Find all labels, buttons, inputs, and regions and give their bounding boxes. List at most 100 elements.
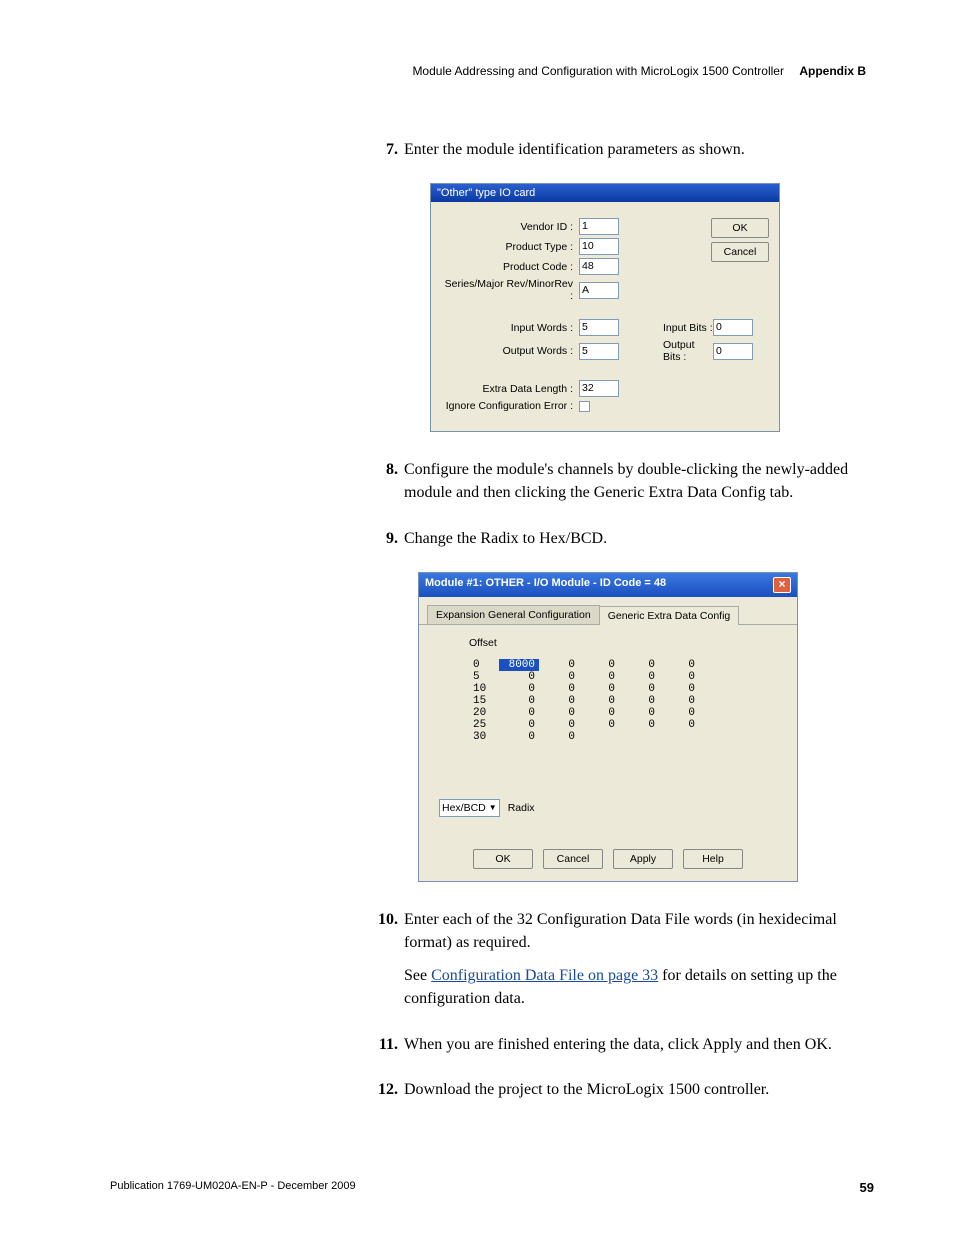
product-code-field[interactable]: 48 [579,258,619,275]
data-cell[interactable]: 0 [579,695,619,707]
step-text: Download the project to the MicroLogix 1… [404,1078,874,1101]
radix-select[interactable]: Hex/BCD ▼ [439,799,500,817]
tab-expansion-general[interactable]: Expansion General Configuration [427,605,600,624]
data-cell[interactable]: 0 [619,707,659,719]
data-cell[interactable]: 0 [499,683,539,695]
extra-data-length-label: Extra Data Length : [439,383,579,395]
step-number: 10. [370,908,398,1021]
main-content: 7. Enter the module identification param… [110,138,874,1111]
output-bits-field[interactable]: 0 [713,343,753,360]
series-field[interactable]: A [579,282,619,299]
data-cell[interactable]: 0 [659,671,699,683]
input-words-label: Input Words : [439,322,579,334]
step-text: Enter each of the 32 Configuration Data … [404,908,874,954]
data-cell [659,731,699,743]
data-cell[interactable]: 0 [499,707,539,719]
publication-info: Publication 1769-UM020A-EN-P - December … [110,1180,356,1195]
ok-button[interactable]: OK [473,849,533,869]
step-text: Change the Radix to Hex/BCD. [404,527,874,550]
data-cell[interactable]: 0 [579,683,619,695]
module-config-dialog: Module #1: OTHER - I/O Module - ID Code … [418,572,798,882]
table-row: 3000 [469,731,777,743]
step-9: 9. Change the Radix to Hex/BCD. [370,527,874,560]
dialog-titlebar: Module #1: OTHER - I/O Module - ID Code … [419,573,797,597]
data-cell[interactable]: 0 [579,707,619,719]
ignore-config-error-checkbox[interactable] [579,401,590,412]
data-cell [619,731,659,743]
step-11: 11. When you are finished entering the d… [370,1033,874,1066]
step-number: 7. [370,138,398,171]
table-row: 1000000 [469,683,777,695]
data-cell[interactable]: 0 [619,659,659,671]
data-cell[interactable]: 0 [499,695,539,707]
offset-cell: 25 [469,719,499,731]
data-cell[interactable]: 8000 [499,659,539,671]
data-cell[interactable]: 0 [539,731,579,743]
data-cell[interactable]: 0 [659,719,699,731]
data-cell[interactable]: 0 [619,683,659,695]
table-row: 2000000 [469,707,777,719]
data-cell[interactable]: 0 [499,671,539,683]
cancel-button[interactable]: Cancel [543,849,603,869]
extra-data-length-field[interactable]: 32 [579,380,619,397]
data-table: 0800000005000001000000150000020000002500… [469,659,777,743]
offset-cell: 0 [469,659,499,671]
data-cell[interactable]: 0 [659,707,699,719]
config-data-file-link[interactable]: Configuration Data File on page 33 [431,967,658,984]
step-text: When you are finished entering the data,… [404,1033,874,1056]
offset-cell: 20 [469,707,499,719]
data-cell[interactable]: 0 [659,683,699,695]
data-cell[interactable]: 0 [499,731,539,743]
page-header: Module Addressing and Configuration with… [110,64,874,78]
page-footer: Publication 1769-UM020A-EN-P - December … [110,1180,874,1195]
dialog-title: Module #1: OTHER - I/O Module - ID Code … [425,577,666,593]
vendor-id-field[interactable]: 1 [579,218,619,235]
data-cell[interactable]: 0 [499,719,539,731]
help-button[interactable]: Help [683,849,743,869]
ok-button[interactable]: OK [711,218,769,238]
data-cell[interactable]: 0 [579,671,619,683]
dialog-titlebar: "Other" type IO card [431,184,779,202]
input-bits-field[interactable]: 0 [713,319,753,336]
offset-label: Offset [469,637,777,649]
step-number: 8. [370,458,398,514]
data-cell[interactable]: 0 [539,719,579,731]
cancel-button[interactable]: Cancel [711,242,769,262]
product-type-label: Product Type : [439,241,579,253]
product-code-label: Product Code : [439,261,579,273]
table-row: 2500000 [469,719,777,731]
data-cell[interactable]: 0 [579,719,619,731]
data-cell[interactable]: 0 [539,683,579,695]
step-10: 10. Enter each of the 32 Configuration D… [370,908,874,1021]
output-words-label: Output Words : [439,345,579,357]
data-cell[interactable]: 0 [539,707,579,719]
close-icon[interactable]: × [773,577,791,593]
data-cell[interactable]: 0 [539,659,579,671]
step-text: Enter the module identification paramete… [404,138,874,161]
data-cell[interactable]: 0 [619,695,659,707]
data-cell[interactable]: 0 [539,671,579,683]
step-number: 9. [370,527,398,560]
data-cell[interactable]: 0 [659,695,699,707]
data-cell[interactable]: 0 [579,659,619,671]
step-text-2: See Configuration Data File on page 33 f… [404,964,874,1010]
data-cell[interactable]: 0 [619,671,659,683]
radix-label: Radix [508,802,535,814]
ignore-config-error-label: Ignore Configuration Error : [439,400,579,412]
input-words-field[interactable]: 5 [579,319,619,336]
vendor-id-label: Vendor ID : [439,221,579,233]
input-bits-label: Input Bits : [663,322,713,334]
series-label: Series/Major Rev/MinorRev : [439,278,579,302]
step-8: 8. Configure the module's channels by do… [370,458,874,514]
data-cell[interactable]: 0 [619,719,659,731]
data-cell[interactable]: 0 [659,659,699,671]
product-type-field[interactable]: 10 [579,238,619,255]
offset-cell: 10 [469,683,499,695]
step-12: 12. Download the project to the MicroLog… [370,1078,874,1111]
table-row: 080000000 [469,659,777,671]
table-row: 1500000 [469,695,777,707]
tab-generic-extra-data[interactable]: Generic Extra Data Config [599,606,740,625]
data-cell[interactable]: 0 [539,695,579,707]
apply-button[interactable]: Apply [613,849,673,869]
output-words-field[interactable]: 5 [579,343,619,360]
